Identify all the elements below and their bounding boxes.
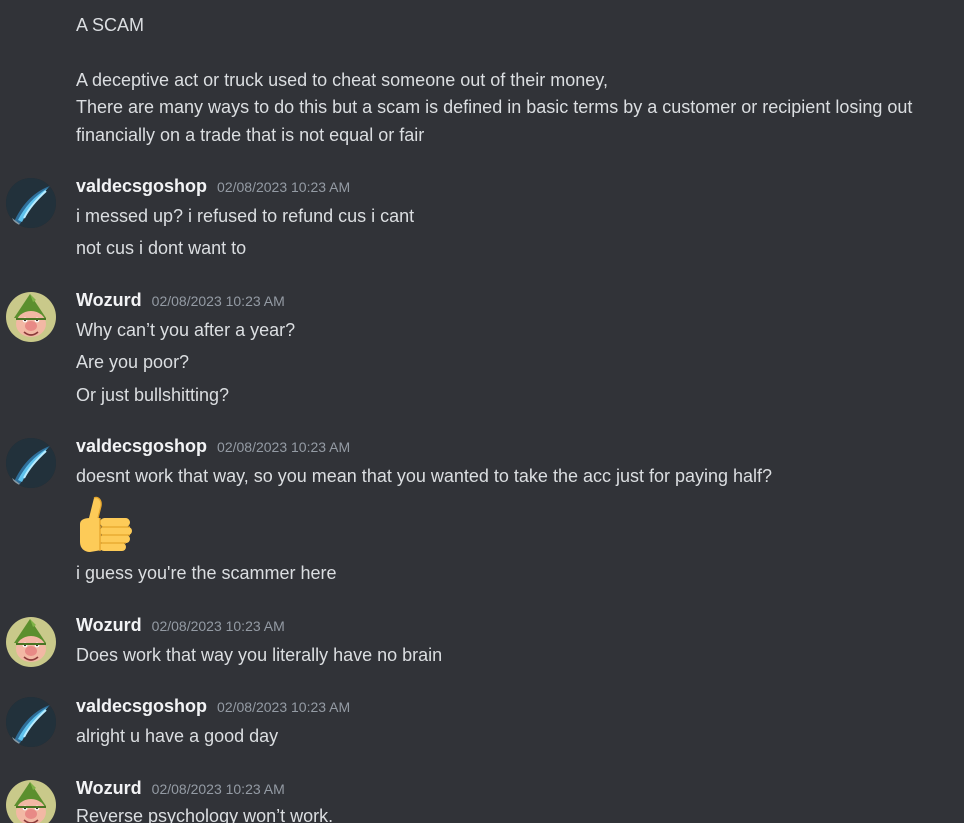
username[interactable]: valdecsgoshop bbox=[76, 176, 207, 197]
green-gnome-avatar-icon bbox=[6, 780, 56, 823]
message-line: There are many ways to do this but a sca… bbox=[76, 97, 913, 117]
green-gnome-avatar-icon bbox=[6, 292, 56, 342]
username[interactable]: Wozurd bbox=[76, 290, 142, 311]
message-header: Wozurd 02/08/2023 10:23 AM bbox=[76, 290, 285, 316]
timestamp[interactable]: 02/08/2023 10:23 AM bbox=[152, 781, 285, 797]
message-header: Wozurd 02/08/2023 10:23 AM bbox=[76, 778, 285, 804]
message-line: A SCAM bbox=[76, 15, 145, 35]
avatar[interactable] bbox=[6, 292, 56, 342]
message-line: A deceptive act or truck used to cheat s… bbox=[76, 70, 608, 90]
blue-blade-avatar-icon bbox=[6, 178, 56, 228]
blue-blade-avatar-icon bbox=[6, 697, 56, 747]
message-line: Are you poor? bbox=[76, 352, 190, 372]
message-line: alright u have a good day bbox=[76, 726, 279, 746]
timestamp[interactable]: 02/08/2023 10:23 AM bbox=[152, 618, 285, 634]
timestamp[interactable]: 02/08/2023 10:23 AM bbox=[217, 439, 350, 455]
message-line: Reverse psychology won’t work. bbox=[76, 806, 334, 823]
avatar[interactable] bbox=[6, 178, 56, 228]
timestamp[interactable]: 02/08/2023 10:23 AM bbox=[217, 179, 350, 195]
message-header: valdecsgoshop 02/08/2023 10:23 AM bbox=[76, 696, 350, 722]
username[interactable]: valdecsgoshop bbox=[76, 696, 207, 717]
message-line: i messed up? i refused to refund cus i c… bbox=[76, 206, 415, 226]
message-header: valdecsgoshop 02/08/2023 10:23 AM bbox=[76, 436, 350, 462]
timestamp[interactable]: 02/08/2023 10:23 AM bbox=[152, 293, 285, 309]
message-line: not cus i dont want to bbox=[76, 238, 247, 258]
avatar[interactable] bbox=[6, 697, 56, 747]
username[interactable]: Wozurd bbox=[76, 778, 142, 799]
message-line: doesnt work that way, so you mean that y… bbox=[76, 466, 773, 486]
blue-blade-avatar-icon bbox=[6, 438, 56, 488]
chat-messages: A SCAM A deceptive act or truck used to … bbox=[0, 0, 964, 823]
message-line: Does work that way you literally have no… bbox=[76, 645, 443, 665]
thumbs-up-emoji-icon[interactable] bbox=[76, 494, 136, 554]
avatar[interactable] bbox=[6, 617, 56, 667]
timestamp[interactable]: 02/08/2023 10:23 AM bbox=[217, 699, 350, 715]
message-line: financially on a trade that is not equal… bbox=[76, 125, 425, 145]
message-line: i guess you're the scammer here bbox=[76, 563, 337, 583]
green-gnome-avatar-icon bbox=[6, 617, 56, 667]
avatar[interactable] bbox=[6, 438, 56, 488]
message-line: Why can’t you after a year? bbox=[76, 320, 296, 340]
username[interactable]: Wozurd bbox=[76, 615, 142, 636]
message-header: valdecsgoshop 02/08/2023 10:23 AM bbox=[76, 176, 350, 202]
message-line: Or just bullshitting? bbox=[76, 385, 230, 405]
message-header: Wozurd 02/08/2023 10:23 AM bbox=[76, 615, 285, 641]
username[interactable]: valdecsgoshop bbox=[76, 436, 207, 457]
avatar[interactable] bbox=[6, 780, 56, 823]
